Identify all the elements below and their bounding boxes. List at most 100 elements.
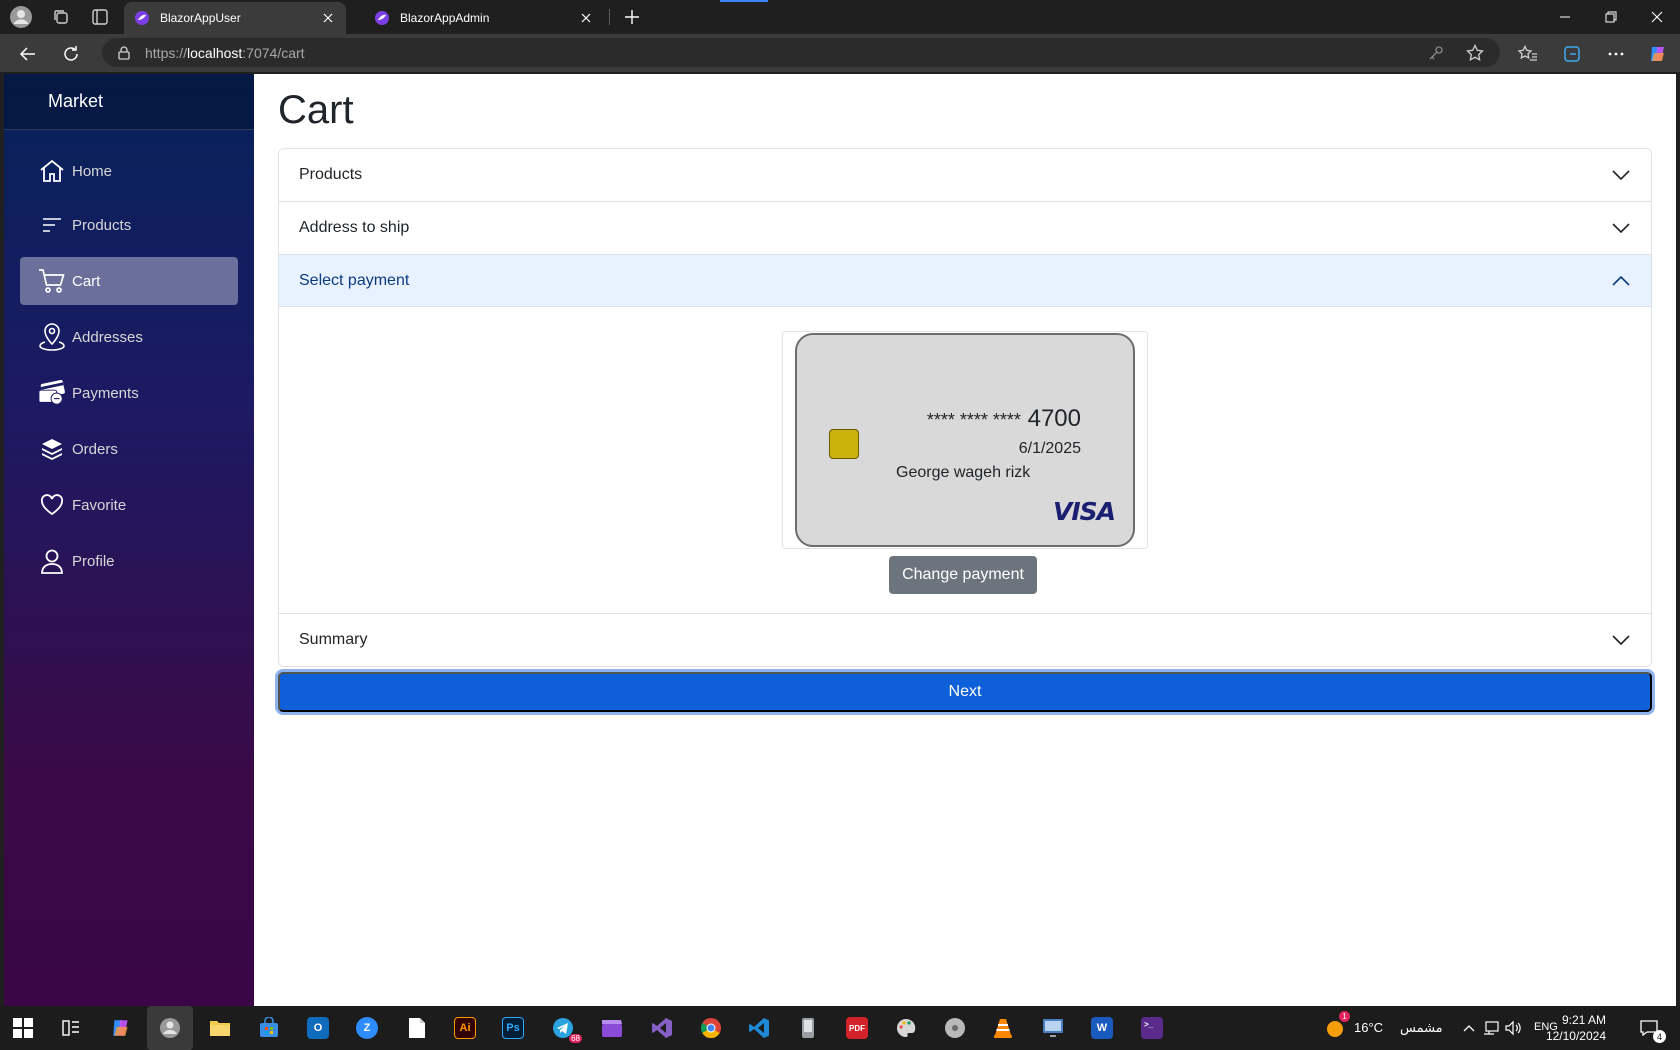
outlook-icon[interactable]: O <box>305 1015 331 1041</box>
sidebar-item-label: Payments <box>72 384 139 402</box>
windows-start-icon[interactable] <box>10 1015 36 1041</box>
zoom-icon[interactable]: Z <box>354 1015 380 1041</box>
vertical-tabs-icon[interactable] <box>88 5 112 29</box>
weather-temperature[interactable]: 16°C <box>1354 1020 1383 1035</box>
disc-burner-icon[interactable] <box>942 1015 968 1041</box>
card-number-last4: 4700 <box>1027 405 1081 432</box>
volume-icon[interactable] <box>1500 1015 1526 1041</box>
page-viewport: Market Home Products Cart Addresses Paym… <box>4 74 1676 1006</box>
sidebar-item-label: Cart <box>72 272 101 290</box>
accordion-label: Address to ship <box>299 219 410 236</box>
favorites-list-icon[interactable] <box>1515 41 1541 67</box>
sidebar-item-orders[interactable]: Orders <box>20 425 238 473</box>
payment-card-icon <box>38 379 66 407</box>
password-key-icon[interactable] <box>1425 42 1447 64</box>
layers-icon <box>38 435 66 463</box>
store-icon[interactable] <box>256 1015 282 1041</box>
accordion-label: Products <box>299 166 363 183</box>
weather-condition[interactable]: مشمس <box>1400 1020 1443 1036</box>
chevron-down-icon <box>1611 165 1631 185</box>
next-button[interactable]: Next <box>278 672 1652 712</box>
card-number-mask: **** **** **** <box>926 410 1021 430</box>
home-icon <box>38 157 66 185</box>
back-arrow-icon[interactable] <box>15 41 41 67</box>
visa-logo-icon: VISA <box>1052 497 1116 526</box>
telegram-icon[interactable]: 68 <box>550 1015 582 1043</box>
url-host: localhost <box>187 44 243 61</box>
lock-icon[interactable] <box>116 45 132 61</box>
notification-center-icon[interactable]: 4 <box>1636 1015 1666 1043</box>
profile-avatar-icon[interactable] <box>9 5 33 29</box>
accordion-header-address[interactable]: Address to ship <box>279 202 1651 254</box>
clapperboard-app-icon[interactable] <box>599 1015 625 1041</box>
restore-window-icon[interactable] <box>1588 0 1634 34</box>
chrome-icon[interactable] <box>698 1015 724 1041</box>
accordion-header-summary[interactable]: Summary <box>279 614 1651 666</box>
file-explorer-icon[interactable] <box>207 1015 233 1041</box>
vscode-icon[interactable] <box>746 1015 772 1041</box>
browser-tab-bar: BlazorAppUser BlazorAppAdmin <box>0 0 1680 34</box>
notepad-icon[interactable] <box>404 1015 430 1041</box>
phone-device-icon[interactable] <box>795 1015 821 1041</box>
paint-icon[interactable] <box>893 1015 919 1041</box>
pdf-editor-icon[interactable]: PDF <box>844 1015 870 1041</box>
credit-card[interactable]: **** **** **** 4700 6/1/2025 George wage… <box>795 333 1135 547</box>
accordion-header-payment[interactable]: Select payment <box>279 255 1651 307</box>
heart-icon <box>38 491 66 519</box>
tab-title: BlazorAppUser <box>160 11 241 25</box>
refresh-icon[interactable] <box>58 41 84 67</box>
sidebar-item-profile[interactable]: Profile <box>20 537 238 585</box>
brand-title[interactable]: Market <box>4 74 254 130</box>
illustrator-icon[interactable]: Ai <box>452 1015 478 1041</box>
sidebar-item-payments[interactable]: Payments <box>20 369 238 417</box>
vlc-icon[interactable] <box>990 1015 1016 1041</box>
close-window-icon[interactable] <box>1634 0 1680 34</box>
edge-sidebar-icon[interactable] <box>1559 41 1585 67</box>
tab-blazor-app-admin[interactable]: BlazorAppAdmin <box>364 2 604 34</box>
copilot-taskbar-icon[interactable] <box>108 1015 134 1041</box>
close-tab-icon[interactable] <box>320 10 336 26</box>
task-view-icon[interactable] <box>58 1015 84 1041</box>
chevron-down-icon <box>1611 630 1631 650</box>
tab-title: BlazorAppAdmin <box>400 11 490 25</box>
remote-desktop-icon[interactable] <box>1040 1015 1066 1041</box>
person-icon <box>38 547 66 575</box>
terminal-icon[interactable]: >_ <box>1139 1015 1165 1041</box>
minimize-window-icon[interactable] <box>1542 0 1588 34</box>
sidebar-item-products[interactable]: Products <box>20 201 238 249</box>
change-payment-button[interactable]: Change payment <box>889 556 1037 594</box>
address-bar[interactable]: https://localhost:7074/cart <box>102 38 1500 67</box>
close-tab-icon[interactable] <box>578 10 594 26</box>
word-icon[interactable]: W <box>1089 1015 1115 1041</box>
url-text[interactable]: https://localhost:7074/cart <box>145 45 305 61</box>
sidebar-item-label: Favorite <box>72 496 127 514</box>
card-holder-name: George wageh rizk <box>896 464 1031 481</box>
tab-separator <box>609 9 610 25</box>
sidebar-item-cart[interactable]: Cart <box>20 257 238 305</box>
sidebar-item-label: Home <box>72 162 113 180</box>
photoshop-icon[interactable]: Ps <box>500 1015 526 1041</box>
visual-studio-icon[interactable] <box>649 1015 675 1041</box>
system-clock[interactable]: 9:21 AM 12/10/2024 <box>1524 1012 1606 1044</box>
telegram-unread-badge: 68 <box>569 1034 582 1043</box>
workspaces-icon[interactable] <box>49 5 73 29</box>
sidebar-item-home[interactable]: Home <box>20 147 238 195</box>
accordion-item-address: Address to ship <box>279 201 1651 254</box>
card-expiry: 6/1/2025 <box>1018 440 1081 457</box>
new-tab-icon[interactable] <box>620 5 644 29</box>
favorite-star-icon[interactable] <box>1464 42 1486 64</box>
url-scheme: https:// <box>145 44 188 61</box>
tab-drag-indicator <box>720 0 768 2</box>
weather-icon[interactable]: 1 <box>1322 1011 1350 1041</box>
browser-profile-icon[interactable] <box>157 1015 183 1041</box>
cart-icon <box>38 267 66 295</box>
blazor-logo-icon <box>374 10 390 26</box>
tab-blazor-app-user[interactable]: BlazorAppUser <box>124 2 346 34</box>
copilot-icon[interactable] <box>1645 41 1671 67</box>
chevron-down-icon <box>1611 218 1631 238</box>
more-options-icon[interactable] <box>1603 41 1629 67</box>
sidebar-item-addresses[interactable]: Addresses <box>20 313 238 361</box>
sidebar-item-favorite[interactable]: Favorite <box>20 481 238 529</box>
accordion-header-products[interactable]: Products <box>279 149 1651 201</box>
sidebar-item-label: Orders <box>72 440 118 458</box>
